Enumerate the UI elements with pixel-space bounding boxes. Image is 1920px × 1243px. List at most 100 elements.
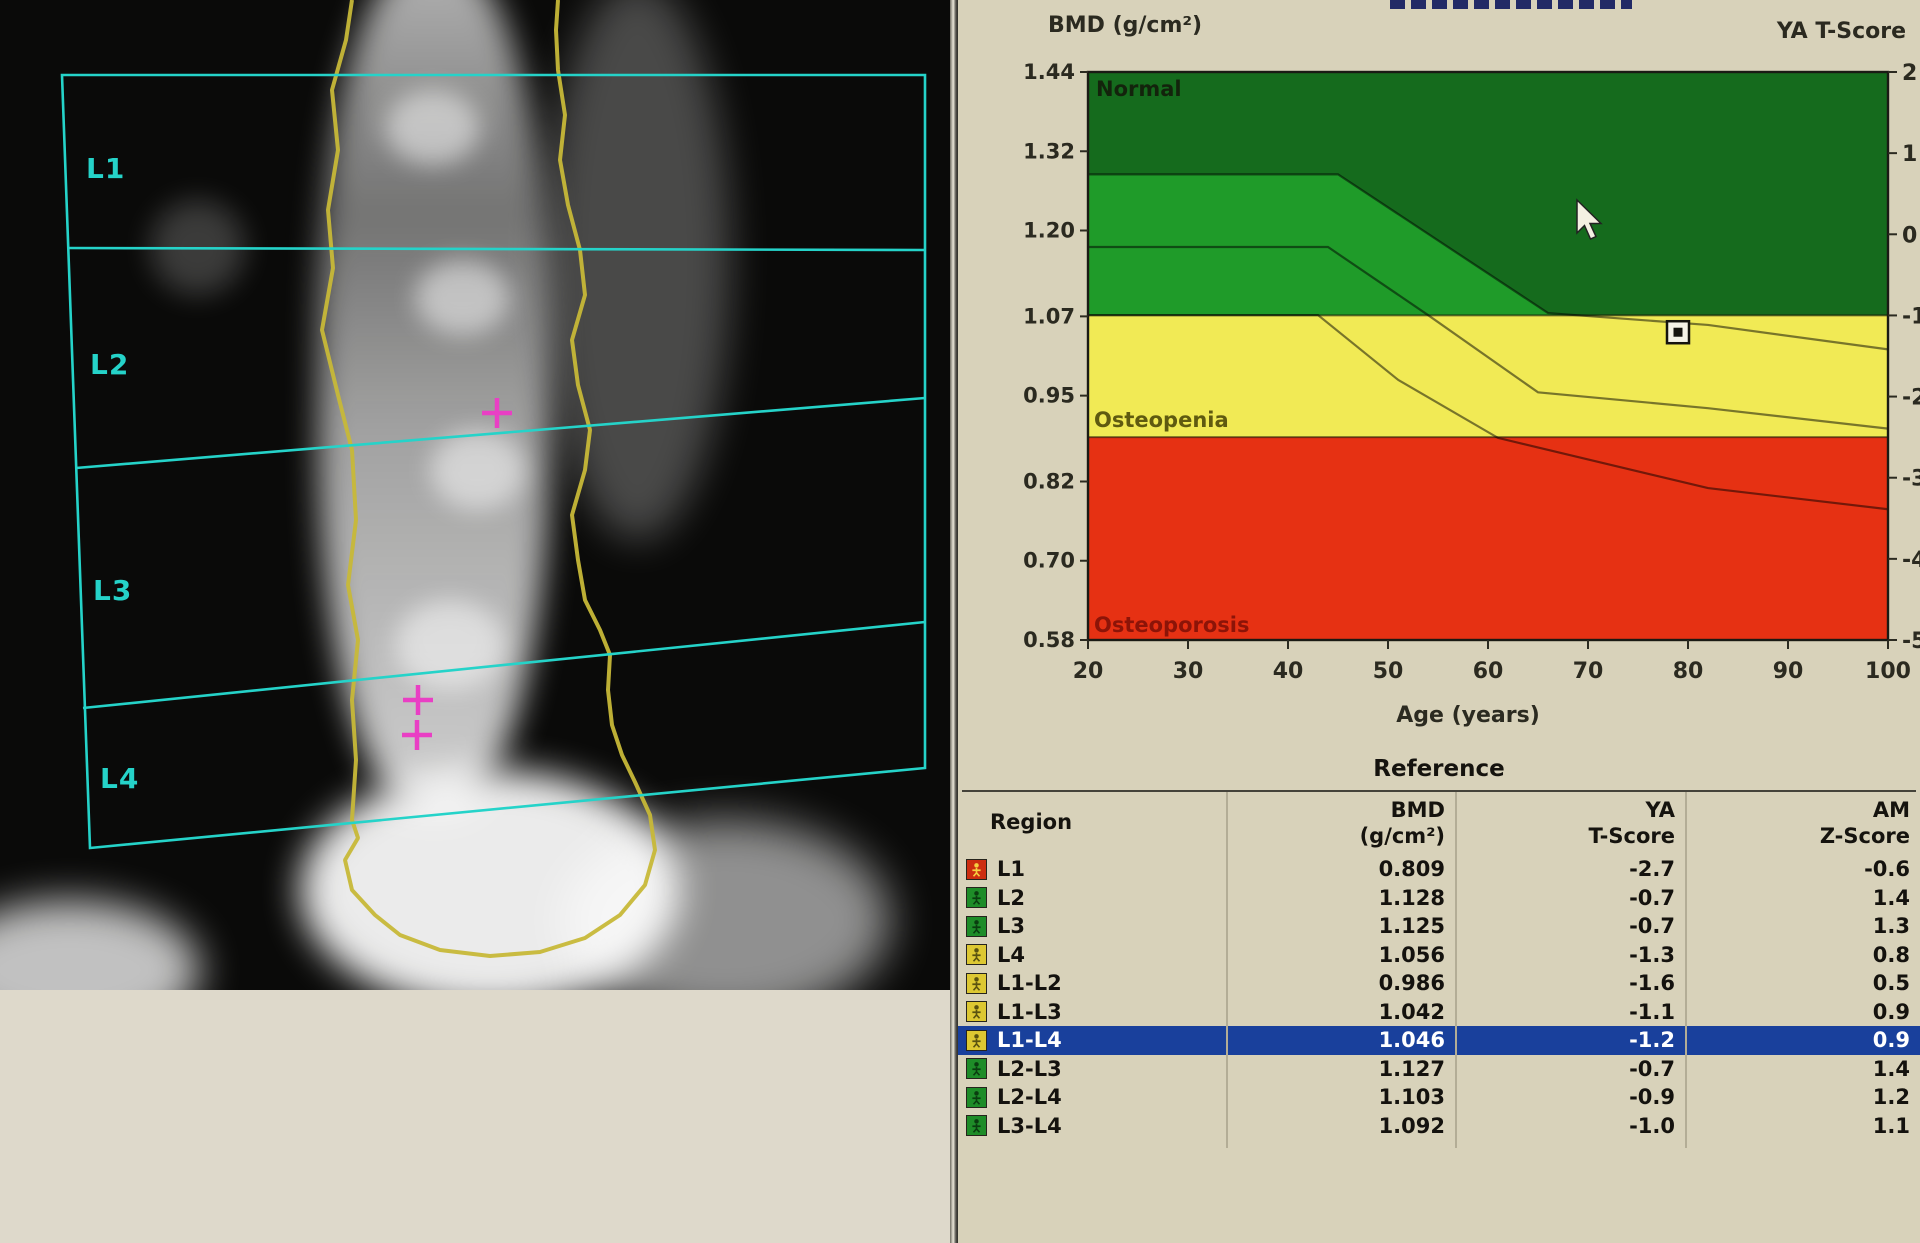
- tscore-cell: -1.0: [1455, 1114, 1685, 1138]
- y-axis-tick-label: 1.07: [1023, 304, 1075, 328]
- x-axis-tick-label: 20: [1073, 659, 1104, 684]
- region-cell: L2-L4: [997, 1085, 1062, 1109]
- region-cell: L3: [997, 914, 1025, 938]
- bmd-reference-chart: Normal Osteopenia Osteoporosis 1.44 1.32 1.20…: [958, 0, 1920, 740]
- table-row-l3-l4[interactable]: L3-L4 1.092-1.01.1: [958, 1112, 1920, 1141]
- roi-boundary-box[interactable]: [62, 75, 925, 848]
- table-row-l1-l4[interactable]: L1-L41.046-1.20.9: [958, 1026, 1920, 1055]
- scan-pane: L1L2L3L4 Image not for diagnosis: [0, 0, 950, 1243]
- table-row-l3[interactable]: L31.125-0.71.3: [958, 912, 1920, 941]
- tscore-cell: -1.6: [1455, 971, 1685, 995]
- x-axis-tick-label: 50: [1373, 659, 1404, 684]
- region-cell: L2: [997, 886, 1025, 910]
- x-axis-tick-label: 60: [1473, 659, 1504, 684]
- zone-label-osteoporosis: Osteoporosis: [1094, 613, 1250, 637]
- tscore-axis-tick-label: -4: [1902, 548, 1920, 573]
- tscore-cell: -0.7: [1455, 914, 1685, 938]
- x-axis-tick-label: 70: [1573, 659, 1604, 684]
- table-row-l2[interactable]: L2 1.128-0.71.4: [958, 884, 1920, 913]
- zscore-cell: -0.6: [1685, 857, 1920, 881]
- x-axis-tick-label: 90: [1773, 659, 1804, 684]
- table-row-l2-l3[interactable]: L2-L3 1.127-0.71.4: [958, 1055, 1920, 1084]
- region-cell: L2-L3: [997, 1057, 1062, 1081]
- region-cell: L1: [997, 857, 1025, 881]
- column-header-bmd: BMD(g/cm²): [1226, 797, 1445, 849]
- zscore-cell: 1.1: [1685, 1114, 1920, 1138]
- roi-label-l1: L1: [86, 152, 125, 185]
- zscore-cell: 0.5: [1685, 971, 1920, 995]
- zscore-cell: 0.9: [1685, 1000, 1920, 1024]
- bmd-cell: 0.986: [1226, 971, 1455, 995]
- table-row-l1-l3[interactable]: L1-L31.042-1.10.9: [958, 998, 1920, 1027]
- region-status-icon: [966, 944, 987, 965]
- tscore-cell: -0.9: [1455, 1085, 1685, 1109]
- region-status-icon: [966, 1030, 987, 1051]
- region-status-icon: [966, 1115, 987, 1136]
- roi-label-l3: L3: [93, 574, 132, 607]
- zscore-cell: 1.2: [1685, 1085, 1920, 1109]
- x-axis-tick-label: 40: [1273, 659, 1304, 684]
- zscore-cell: 1.4: [1685, 1057, 1920, 1081]
- y-axis-tick-label: 1.44: [1023, 60, 1075, 84]
- table-row-l1-l2[interactable]: L1-L2 0.986-1.60.5: [958, 969, 1920, 998]
- tscore-cell: -0.7: [1455, 886, 1685, 910]
- region-status-icon: [966, 916, 987, 937]
- x-axis-tick-label: 80: [1673, 659, 1704, 684]
- bmd-cell: 1.128: [1226, 886, 1455, 910]
- zone-label-osteopenia: Osteopenia: [1094, 408, 1229, 432]
- column-header-ya-tscore: YAT-Score: [1455, 797, 1675, 849]
- x-axis-tick-label: 100: [1865, 659, 1911, 684]
- region-status-icon: [966, 859, 987, 880]
- spine-scan-image: L1 L2 L3 L4: [0, 0, 950, 990]
- tscore-axis-tick-label: 1: [1902, 142, 1917, 167]
- tscore-axis-tick-label: 0: [1902, 223, 1917, 248]
- region-cell: L1-L4: [997, 1028, 1062, 1052]
- region-status-icon: [966, 973, 987, 994]
- dexa-application-window: L1L2L3L4 Image not for diagnosis BMD (g/…: [0, 0, 1920, 1243]
- roi-cut-line-l2-l3[interactable]: [76, 398, 925, 468]
- tscore-cell: -1.2: [1455, 1028, 1685, 1052]
- y-axis-tick-label: 0.70: [1023, 549, 1075, 573]
- region-status-icon: [966, 1058, 987, 1079]
- reference-table-title: Reference: [958, 756, 1920, 782]
- region-status-icon: [966, 1001, 987, 1022]
- roi-cut-line-l1-l2[interactable]: [67, 248, 925, 250]
- bmd-cell: 1.127: [1226, 1057, 1455, 1081]
- table-row-l2-l4[interactable]: L2-L4 1.103-0.91.2: [958, 1083, 1920, 1112]
- region-cell: L1-L2: [997, 971, 1062, 995]
- tscore-axis-tick-label: 2: [1902, 61, 1917, 86]
- pane-divider[interactable]: [950, 0, 958, 1243]
- x-axis-tick-label: 30: [1173, 659, 1204, 684]
- tscore-axis-tick-label: -5: [1902, 629, 1920, 654]
- tscore-cell: -0.7: [1455, 1057, 1685, 1081]
- bmd-cell: 1.092: [1226, 1114, 1455, 1138]
- region-status-icon: [966, 1087, 987, 1108]
- y-axis-tick-label: 0.82: [1023, 469, 1075, 493]
- bmd-cell: 0.809: [1226, 857, 1455, 881]
- y-axis-tick-label: 1.32: [1023, 139, 1075, 163]
- table-header-row: Region BMD(g/cm²) YAT-Score AMZ-Score: [958, 795, 1920, 853]
- table-row-l1[interactable]: L1 0.809-2.7-0.6: [958, 855, 1920, 884]
- table-body: L10.809-2.7-0.6L21.128-0.71.4L31.125-0.7…: [958, 855, 1920, 1140]
- zscore-cell: 1.4: [1685, 886, 1920, 910]
- roi-cut-line-l3-l4[interactable]: [83, 622, 925, 708]
- table-title-rule: [962, 790, 1916, 792]
- region-cell: L3-L4: [997, 1114, 1062, 1138]
- tscore-cell: -2.7: [1455, 857, 1685, 881]
- region-cell: L1-L3: [997, 1000, 1062, 1024]
- roi-overlay: L1 L2 L3 L4: [0, 0, 950, 990]
- column-header-region: Region: [990, 809, 1072, 835]
- zscore-cell: 1.3: [1685, 914, 1920, 938]
- table-row-l4[interactable]: L41.056-1.30.8: [958, 941, 1920, 970]
- tscore-cell: -1.3: [1455, 943, 1685, 967]
- zscore-cell: 0.8: [1685, 943, 1920, 967]
- bmd-cell: 1.103: [1226, 1085, 1455, 1109]
- x-axis-title: Age (years): [1396, 703, 1540, 728]
- tscore-axis-tick-label: -3: [1902, 467, 1920, 492]
- roi-label-l2: L2: [90, 348, 129, 381]
- roi-label-l4: L4: [100, 762, 139, 795]
- zscore-cell: 0.9: [1685, 1028, 1920, 1052]
- y-axis-tick-label: 1.20: [1023, 219, 1075, 243]
- tscore-axis-tick-label: -1: [1902, 304, 1920, 329]
- zone-label-normal: Normal: [1096, 77, 1182, 101]
